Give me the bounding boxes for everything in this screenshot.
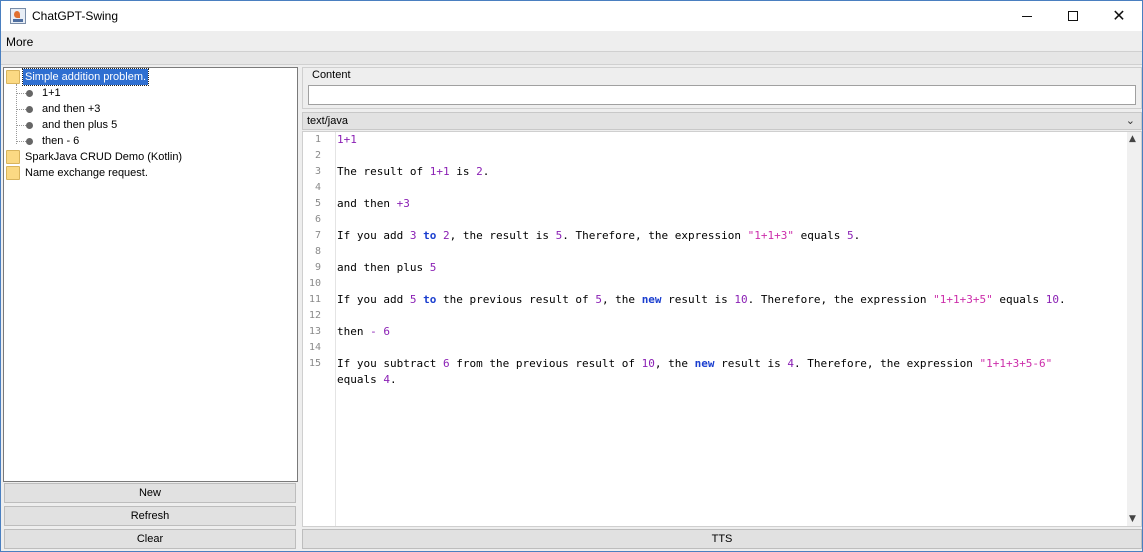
tree-item-label[interactable]: Name exchange request. — [23, 165, 150, 181]
line-number: 4 — [314, 182, 321, 193]
code-line: If you add 3 to 2, the result is 5. Ther… — [337, 229, 861, 242]
conversation-tree[interactable]: Simple addition problem. 1+1 and then +3… — [3, 67, 298, 482]
tree-item-label[interactable]: and then plus 5 — [40, 117, 119, 133]
code-line: and then plus 5 — [337, 261, 437, 274]
maximize-icon — [1068, 11, 1078, 21]
maximize-button[interactable] — [1050, 1, 1096, 31]
line-number: 1 — [314, 134, 321, 145]
line-number: 10 — [308, 278, 321, 289]
chevron-down-icon: ⌄ — [1125, 114, 1135, 127]
line-number: 14 — [308, 342, 321, 353]
code-line: If you add 5 to the previous result of 5… — [337, 293, 1066, 306]
leaf-bullet-icon — [26, 122, 33, 129]
leaf-bullet-icon — [26, 106, 33, 113]
code-line: then - 6 — [337, 325, 390, 338]
menu-bar: More — [1, 31, 1142, 51]
leaf-bullet-icon — [26, 138, 33, 145]
toolbar-strip — [1, 51, 1142, 65]
line-number: 6 — [314, 214, 321, 225]
refresh-button[interactable]: Refresh — [4, 506, 296, 526]
line-number: 7 — [314, 230, 321, 241]
content-legend: Content — [310, 69, 353, 81]
scroll-down-icon[interactable]: ▼ — [1129, 514, 1136, 524]
scroll-up-icon[interactable]: ▲ — [1129, 134, 1136, 144]
tree-item-label[interactable]: 1+1 — [40, 85, 63, 101]
folder-icon — [6, 150, 20, 164]
line-number: 15 — [308, 358, 321, 369]
minimize-button[interactable] — [1004, 1, 1050, 31]
folder-icon — [6, 166, 20, 180]
line-number: 5 — [314, 198, 321, 209]
mime-type-value: text/java — [307, 115, 348, 127]
tree-item-label[interactable]: then - 6 — [40, 133, 81, 149]
line-number: 2 — [314, 150, 321, 161]
tree-item-label[interactable]: SparkJava CRUD Demo (Kotlin) — [23, 149, 184, 165]
java-cup-icon — [10, 8, 26, 24]
line-number: 11 — [308, 294, 321, 305]
code-line: The result of 1+1 is 2. — [337, 165, 490, 178]
menu-more[interactable]: More — [6, 35, 33, 49]
code-line: If you subtract 6 from the previous resu… — [337, 357, 1053, 370]
minimize-icon — [1022, 15, 1032, 17]
line-number: 8 — [314, 246, 321, 257]
content-group: Content — [302, 67, 1142, 109]
clear-button[interactable]: Clear — [4, 529, 296, 549]
line-number: 9 — [314, 262, 321, 273]
tts-button[interactable]: TTS — [302, 529, 1142, 549]
leaf-bullet-icon — [26, 90, 33, 97]
window-title: ChatGPT-Swing — [32, 9, 119, 23]
tree-connector — [16, 93, 26, 94]
new-button[interactable]: New — [4, 483, 296, 503]
tree-item-label[interactable]: Simple addition problem. — [21, 68, 150, 86]
code-editor[interactable]: 1 2 3 4 5 6 7 8 9 10 11 12 13 14 15 1+1 T… — [302, 131, 1142, 527]
code-line: 1+1 — [337, 133, 357, 146]
tree-connector — [16, 109, 26, 110]
mime-type-select[interactable]: text/java ⌄ — [302, 112, 1142, 130]
folder-icon — [6, 70, 20, 84]
line-number-gutter: 1 2 3 4 5 6 7 8 9 10 11 12 13 14 15 — [303, 132, 336, 526]
close-button[interactable]: ✕ — [1096, 1, 1142, 31]
tree-connector — [16, 125, 26, 126]
vertical-scrollbar[interactable]: ▲ ▼ — [1127, 132, 1141, 526]
tree-item-label[interactable]: and then +3 — [40, 101, 102, 117]
line-number: 12 — [308, 310, 321, 321]
line-number: 13 — [308, 326, 321, 337]
tree-connector — [16, 141, 26, 142]
line-number: 3 — [314, 166, 321, 177]
code-line: and then +3 — [337, 197, 410, 210]
content-input[interactable] — [308, 85, 1136, 105]
code-line: equals 4. — [337, 373, 397, 386]
title-bar[interactable]: ChatGPT-Swing ✕ — [1, 1, 1142, 31]
close-icon: ✕ — [1112, 6, 1126, 25]
app-window: ChatGPT-Swing ✕ More Simple addition pro… — [0, 0, 1143, 552]
